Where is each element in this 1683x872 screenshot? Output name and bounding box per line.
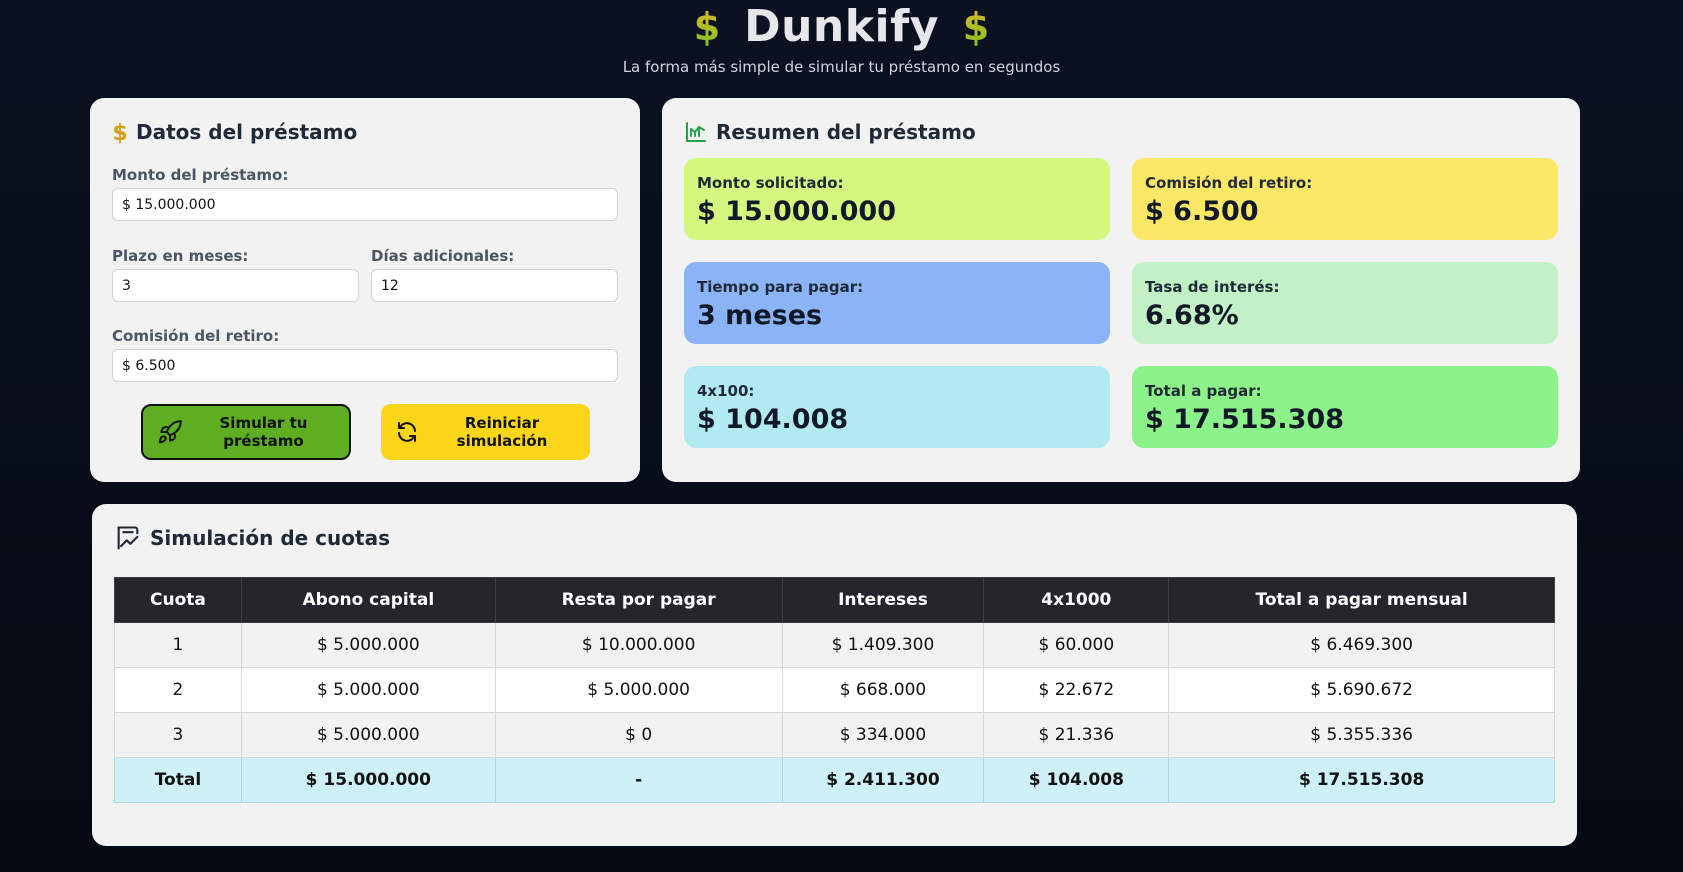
- table-cell: $ 0: [494, 712, 783, 758]
- table-cell: 1: [114, 622, 242, 668]
- table-cell: $ 15.000.000: [240, 757, 496, 803]
- table-cell: $ 5.355.336: [1168, 712, 1555, 758]
- app-header: $ Dunkify $ La forma más simple de simul…: [0, 0, 1683, 77]
- column-header: Intereses: [781, 577, 985, 623]
- loan-form-card: $ Datos del préstamo Monto del préstamo:…: [90, 98, 640, 482]
- app-title: Dunkify: [744, 0, 939, 52]
- table-cell: $ 10.000.000: [494, 622, 783, 668]
- tile-label: Total a pagar:: [1145, 382, 1262, 400]
- tile-value: $ 104.008: [697, 404, 849, 435]
- table-header-row: Cuota Abono capital Resta por pagar Inte…: [114, 577, 1555, 623]
- summary-grid: Monto solicitado: $ 15.000.000 Comisión …: [684, 158, 1558, 448]
- svg-text:$: $: [112, 121, 127, 144]
- table-cell: $ 668.000: [781, 667, 985, 713]
- fee-input[interactable]: [112, 349, 618, 382]
- table-cell: $ 17.515.308: [1168, 757, 1555, 803]
- term-row: Plazo en meses: Días adicionales:: [112, 247, 618, 302]
- tile-4x100: 4x100: $ 104.008: [684, 366, 1110, 448]
- tile-value: $ 17.515.308: [1145, 404, 1344, 435]
- installments-title: Simulación de cuotas: [114, 524, 1555, 552]
- fee-field-group: Comisión del retiro:: [112, 327, 618, 382]
- column-header: 4x1000: [983, 577, 1170, 623]
- app-subtitle: La forma más simple de simular tu présta…: [622, 58, 1061, 76]
- summary-title-text: Resumen del préstamo: [716, 120, 976, 144]
- table-cell: $ 2.411.300: [781, 757, 985, 803]
- receipt-chart-icon: [117, 526, 139, 550]
- table-row: 3 $ 5.000.000 $ 0 $ 334.000 $ 21.336 $ 5…: [114, 712, 1555, 758]
- table-cell: $ 22.672: [983, 667, 1170, 713]
- tile-withdrawal-fee: Comisión del retiro: $ 6.500: [1132, 158, 1558, 240]
- chart-icon: [686, 122, 706, 142]
- tile-value: $ 6.500: [1145, 196, 1259, 227]
- table-cell: $ 5.000.000: [494, 667, 783, 713]
- loan-form-title-text: Datos del préstamo: [136, 120, 358, 144]
- table-cell: $ 5.690.672: [1168, 667, 1555, 713]
- table-cell: -: [494, 757, 783, 803]
- table-cell: 2: [114, 667, 242, 713]
- months-field-group: Plazo en meses:: [112, 247, 359, 302]
- simulate-button[interactable]: Simular tu préstamo: [140, 404, 351, 460]
- refresh-icon: [397, 422, 416, 442]
- table-cell: $ 60.000: [983, 622, 1170, 668]
- svg-text:$: $: [694, 5, 720, 48]
- table-cell: $ 5.000.000: [240, 622, 496, 668]
- summary-card: Resumen del préstamo Monto solicitado: $…: [662, 98, 1580, 482]
- table-cell: $ 6.469.300: [1168, 622, 1555, 668]
- fee-label: Comisión del retiro:: [112, 327, 280, 345]
- installments-card: Simulación de cuotas Cuota Abono capital…: [92, 504, 1577, 846]
- dollar-icon: $: [112, 121, 127, 144]
- reset-button-label: Reiniciar simulación: [456, 414, 548, 450]
- tile-requested-amount: Monto solicitado: $ 15.000.000: [684, 158, 1110, 240]
- table-cell: $ 104.008: [983, 757, 1170, 803]
- table-row: 1 $ 5.000.000 $ 10.000.000 $ 1.409.300 $…: [114, 622, 1555, 668]
- tile-total-to-pay: Total a pagar: $ 17.515.308: [1132, 366, 1558, 448]
- loan-form-title: $ Datos del préstamo: [112, 120, 618, 144]
- tile-value: $ 15.000.000: [697, 196, 896, 227]
- table-cell: Total: [114, 757, 242, 803]
- tile-label: Tiempo para pagar:: [697, 278, 864, 296]
- column-header: Total a pagar mensual: [1168, 577, 1555, 623]
- tile-value: 6.68%: [1145, 300, 1239, 331]
- table-cell: 3: [114, 712, 242, 758]
- table-cell: $ 334.000: [781, 712, 985, 758]
- form-buttons: Simular tu préstamo Reiniciar simulación: [112, 404, 618, 460]
- days-input[interactable]: [371, 269, 618, 302]
- tile-label: 4x100:: [697, 382, 755, 400]
- table-cell: $ 1.409.300: [781, 622, 985, 668]
- table-cell: $ 5.000.000: [240, 712, 496, 758]
- tile-label: Tasa de interés:: [1145, 278, 1280, 296]
- days-label: Días adicionales:: [371, 247, 515, 265]
- amount-input[interactable]: [112, 188, 618, 221]
- column-header: Abono capital: [240, 577, 496, 623]
- dollar-icon: $: [963, 5, 989, 48]
- table-total-row: Total $ 15.000.000 - $ 2.411.300 $ 104.0…: [114, 757, 1555, 803]
- table-cell: $ 21.336: [983, 712, 1170, 758]
- simulate-button-label: Simular tu préstamo: [219, 414, 308, 450]
- installments-table: Cuota Abono capital Resta por pagar Inte…: [114, 577, 1555, 803]
- svg-text:$: $: [963, 5, 989, 48]
- table-row: 2 $ 5.000.000 $ 5.000.000 $ 668.000 $ 22…: [114, 667, 1555, 713]
- column-header: Cuota: [114, 577, 242, 623]
- installments-title-text: Simulación de cuotas: [150, 526, 390, 550]
- tile-label: Monto solicitado:: [697, 174, 844, 192]
- tile-term: Tiempo para pagar: 3 meses: [684, 262, 1110, 344]
- amount-field-group: Monto del préstamo:: [112, 166, 618, 221]
- rocket-icon: [158, 420, 182, 444]
- dollar-icon: $: [694, 5, 720, 48]
- tile-interest-rate: Tasa de interés: 6.68%: [1132, 262, 1558, 344]
- months-input[interactable]: [112, 269, 359, 302]
- column-header: Resta por pagar: [494, 577, 783, 623]
- amount-label: Monto del préstamo:: [112, 166, 289, 184]
- tile-value: 3 meses: [697, 300, 823, 331]
- tile-label: Comisión del retiro:: [1145, 174, 1313, 192]
- reset-button[interactable]: Reiniciar simulación: [380, 404, 590, 460]
- days-field-group: Días adicionales:: [371, 247, 618, 302]
- months-label: Plazo en meses:: [112, 247, 249, 265]
- app-title-row: $ Dunkify $: [0, 0, 1683, 52]
- summary-title: Resumen del préstamo: [684, 120, 1558, 144]
- table-cell: $ 5.000.000: [240, 667, 496, 713]
